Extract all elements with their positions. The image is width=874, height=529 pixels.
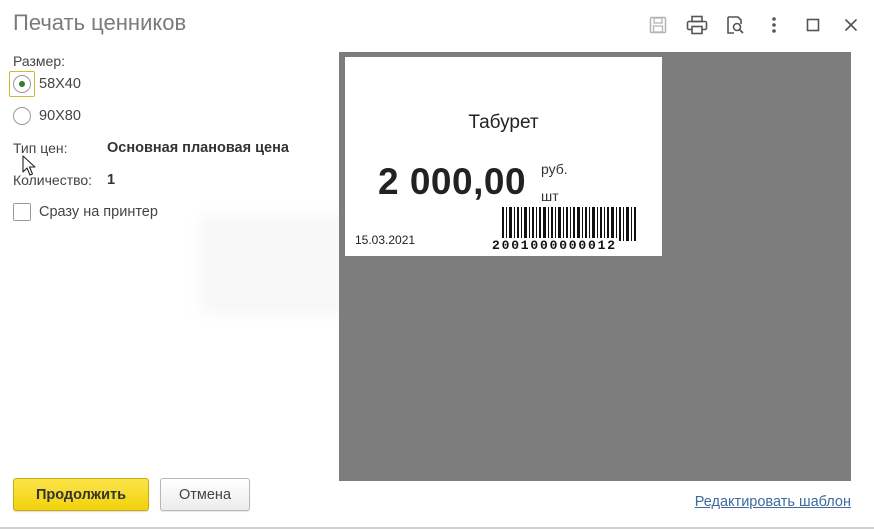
size-option-58x40[interactable]: 58X40 bbox=[9, 71, 81, 97]
more-icon[interactable] bbox=[761, 12, 787, 38]
print-date: 15.03.2021 bbox=[355, 233, 416, 247]
quantity-value[interactable]: 1 bbox=[107, 172, 115, 188]
product-price: 2 000,00 bbox=[378, 161, 527, 202]
product-name: Табурет bbox=[468, 112, 539, 133]
edit-template-link[interactable]: Редактировать шаблон bbox=[695, 494, 851, 510]
price-type-label: Тип цен: bbox=[13, 140, 68, 156]
size-option-label: 90X80 bbox=[39, 108, 81, 124]
maximize-icon[interactable] bbox=[800, 12, 826, 38]
barcode-number: 2001000000012 bbox=[491, 238, 618, 253]
radio-90x80[interactable] bbox=[13, 107, 31, 125]
window-title: Печать ценников bbox=[13, 10, 187, 35]
continue-button[interactable]: Продолжить bbox=[13, 478, 149, 511]
size-option-90x80[interactable]: 90X80 bbox=[13, 107, 81, 125]
quantity-label: Количество: bbox=[13, 172, 93, 188]
unit-label: шт bbox=[541, 188, 559, 204]
size-label: Размер: bbox=[13, 53, 66, 69]
close-icon[interactable] bbox=[838, 12, 864, 38]
price-type-value[interactable]: Основная плановая цена bbox=[107, 140, 289, 156]
print-direct-label: Сразу на принтер bbox=[39, 204, 158, 220]
cancel-button[interactable]: Отмена bbox=[160, 478, 250, 511]
preview-icon[interactable] bbox=[722, 12, 748, 38]
focus-frame bbox=[9, 71, 35, 97]
print-direct-checkbox[interactable] bbox=[13, 203, 31, 221]
save-icon[interactable] bbox=[645, 12, 671, 38]
print-icon[interactable] bbox=[684, 12, 710, 38]
size-option-label: 58X40 bbox=[39, 76, 81, 92]
print-direct-option[interactable]: Сразу на принтер bbox=[13, 203, 158, 221]
radio-58x40[interactable] bbox=[13, 75, 31, 93]
currency-label: руб. bbox=[541, 161, 568, 177]
price-tag-preview: Табурет 2 000,00 руб. шт 15.03.2021 2001… bbox=[345, 57, 662, 256]
barcode-icon bbox=[502, 207, 636, 241]
